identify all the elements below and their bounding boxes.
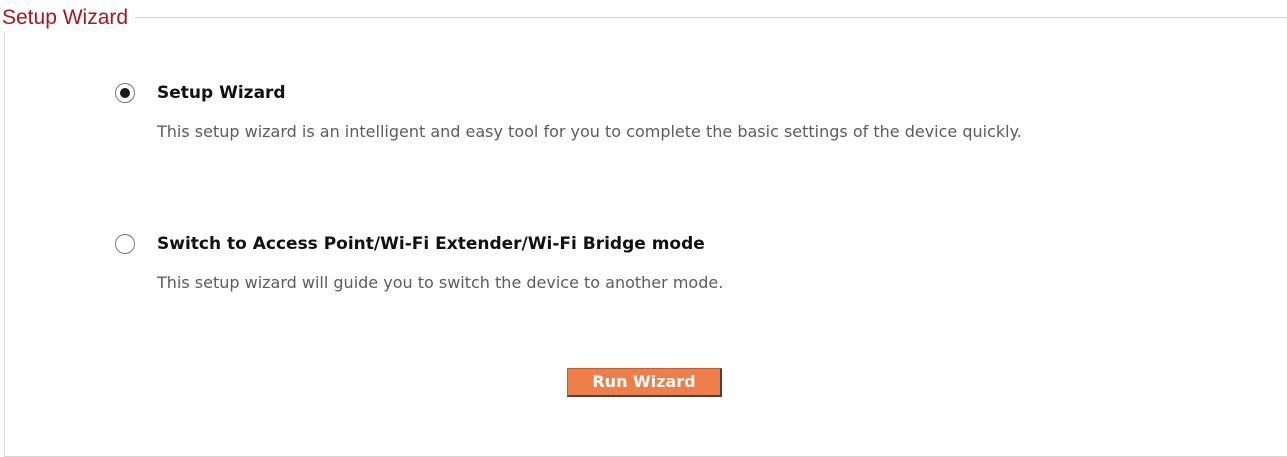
- radio-dot: [120, 88, 130, 98]
- run-wizard-button[interactable]: Run Wizard: [567, 368, 722, 397]
- option-setup-wizard-description: This setup wizard is an intelligent and …: [157, 122, 1022, 141]
- option-switch-mode-label[interactable]: Switch to Access Point/Wi-Fi Extender/Wi…: [157, 233, 705, 255]
- panel-title: Setup Wizard: [0, 5, 135, 31]
- radio-selected-icon[interactable]: [115, 83, 135, 103]
- option-switch-mode-description: This setup wizard will guide you to swit…: [157, 273, 724, 292]
- radio-unselected-icon[interactable]: [115, 234, 135, 254]
- option-setup-wizard-label[interactable]: Setup Wizard: [157, 82, 286, 104]
